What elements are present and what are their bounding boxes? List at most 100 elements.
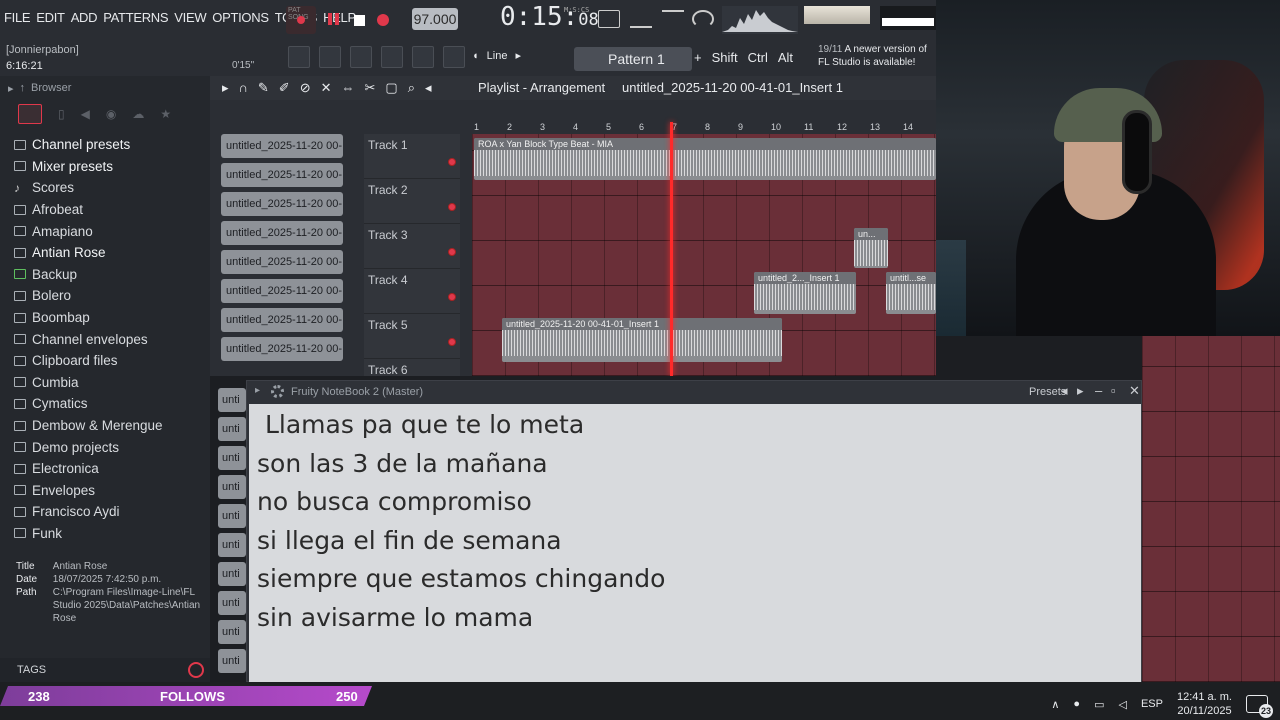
delete-icon[interactable]: ⊘	[300, 80, 311, 96]
microphone-icon[interactable]: ●	[1073, 698, 1080, 710]
menu-edit[interactable]: EDIT	[36, 10, 65, 25]
picker-clip[interactable]: unti	[218, 417, 246, 441]
menu-add[interactable]: ADD	[71, 10, 98, 25]
stop-button[interactable]	[354, 14, 365, 26]
picker-clip[interactable]: unti	[218, 591, 246, 615]
paint-icon[interactable]: ✐	[279, 80, 290, 96]
picker-clip[interactable]: unti	[218, 649, 246, 673]
audio-clip[interactable]: untitled_2..._Insert 1	[754, 272, 856, 314]
tags-bar[interactable]: TAGS	[0, 658, 210, 682]
notebook-titlebar[interactable]: ▸ Fruity NoteBook 2 (Master) Presets ◂ ▸…	[247, 381, 1141, 403]
browser-item[interactable]: Demo projects	[14, 436, 204, 458]
picker-clip[interactable]: unti	[218, 562, 246, 586]
taskbar-clock[interactable]: 12:41 a. m. 20/11/2025	[1177, 690, 1232, 718]
next-preset-icon[interactable]: ▸	[1077, 383, 1084, 399]
browser-item[interactable]: Funk	[14, 523, 204, 545]
track-header[interactable]: Track 6	[364, 359, 460, 376]
piano-roll-icon[interactable]	[350, 46, 372, 68]
track-mute-led[interactable]	[448, 158, 456, 166]
picker-clip[interactable]: untitled_2025-11-20 00-...	[218, 221, 346, 250]
menu-options[interactable]: OPTIONS	[212, 10, 269, 25]
close-icon[interactable]: ✕	[1129, 383, 1140, 399]
browser-item[interactable]: Backup	[14, 264, 204, 286]
shift-key[interactable]: Shift	[712, 50, 738, 65]
browser-item[interactable]: Cumbia	[14, 372, 204, 394]
headphones-icon[interactable]: ∩	[239, 80, 248, 96]
record-button[interactable]	[377, 14, 389, 26]
browser-filter-icon[interactable]	[18, 104, 42, 124]
picker-clip[interactable]: unti	[218, 388, 246, 412]
notebook-line[interactable]: son las 3 de la mañana	[257, 445, 1133, 484]
slip-icon[interactable]: ⇔	[342, 80, 355, 96]
network-icon[interactable]: ▭	[1094, 698, 1104, 711]
picker-clip[interactable]: unti	[218, 475, 246, 499]
plus-button[interactable]: +	[694, 50, 702, 65]
maximize-icon[interactable]: ▫	[1111, 383, 1116, 398]
metronome-icon[interactable]	[630, 10, 652, 28]
playhead[interactable]	[670, 122, 673, 376]
picker-clip[interactable]: untitled_2025-11-20 00-...	[218, 192, 346, 221]
channel-rack-icon[interactable]	[319, 46, 341, 68]
track-header[interactable]: Track 5	[364, 314, 460, 359]
notifications-icon[interactable]: 23	[1246, 695, 1273, 718]
picker-clip[interactable]: untitled_2025-11-20 00-...	[218, 308, 346, 337]
menu-patterns[interactable]: PATTERNS	[103, 10, 168, 25]
playlist-window-icon[interactable]	[288, 46, 310, 68]
search-icon[interactable]	[188, 662, 204, 678]
pause-button[interactable]	[328, 13, 342, 27]
countdown-icon[interactable]	[692, 10, 714, 28]
browser-item[interactable]: Francisco Aydi	[14, 501, 204, 523]
menu-view[interactable]: VIEW	[174, 10, 206, 25]
snap-selector[interactable]: ◖ Line ▸	[472, 49, 521, 63]
track-mute-led[interactable]	[448, 203, 456, 211]
picker-clip[interactable]: untitled_2025-11-20 00-...	[218, 250, 346, 279]
track-header[interactable]: Track 3	[364, 224, 460, 269]
plugin-icon[interactable]: ◉	[106, 107, 116, 121]
picker-clip[interactable]: untitled_2025-11-20 00-...	[218, 134, 346, 163]
audio-clip[interactable]: untitled_2025-11-20 00-41-01_Insert 1	[502, 318, 782, 362]
typing-keyboard-icon[interactable]	[598, 10, 620, 28]
minimize-icon[interactable]: –	[1095, 383, 1102, 398]
track-mute-led[interactable]	[448, 248, 456, 256]
browser-item[interactable]: Amapiano	[14, 220, 204, 242]
news-panel[interactable]: 19/11 A newer version of FL Studio is av…	[818, 43, 936, 69]
file-icon[interactable]: ▯	[58, 107, 65, 121]
notebook-line[interactable]: sin avisarme lo mama	[257, 599, 1133, 638]
timeline-ruler[interactable]: 1 2 3 4 5 6 7 8 9 10 11 12 13 14	[472, 122, 936, 134]
picker-clip[interactable]: untitled_2025-11-20 00-...	[218, 337, 346, 366]
zoom-icon[interactable]: ⌕	[408, 80, 415, 96]
browser-item[interactable]: Cymatics	[14, 393, 204, 415]
menu-file[interactable]: FILE	[4, 10, 31, 25]
audio-clip[interactable]: untitl...se	[886, 272, 936, 314]
gear-icon[interactable]	[271, 385, 284, 398]
audio-clip[interactable]: un...	[854, 228, 888, 268]
mute-icon[interactable]: ✕	[321, 80, 332, 96]
track-header[interactable]: Track 2	[364, 179, 460, 224]
browser-item[interactable]: Envelopes	[14, 480, 204, 502]
speaker-icon[interactable]: ◀	[81, 107, 90, 121]
pattern-selector[interactable]: Pattern 1	[574, 47, 692, 71]
slice-icon[interactable]: ✂	[365, 80, 376, 96]
cloud-icon[interactable]: ☁	[132, 107, 144, 121]
browser-item[interactable]: ♪ Scores	[14, 177, 204, 199]
browser-item[interactable]: Bolero	[14, 285, 204, 307]
language-indicator[interactable]: ESP	[1141, 698, 1163, 710]
track-mute-led[interactable]	[448, 293, 456, 301]
track-header[interactable]: Track 4	[364, 269, 460, 314]
picker-clip[interactable]: unti	[218, 620, 246, 644]
up-arrow-icon[interactable]: ↑	[20, 82, 26, 94]
playback-icon[interactable]: ◂	[425, 80, 432, 96]
volume-icon[interactable]: ◁	[1118, 698, 1126, 711]
wait-for-input-icon[interactable]	[662, 10, 684, 28]
browser-item[interactable]: Clipboard files	[14, 350, 204, 372]
picker-clip[interactable]: unti	[218, 533, 246, 557]
browser-item[interactable]: Channel presets	[14, 134, 204, 156]
chevron-right-icon[interactable]: ▸	[255, 385, 260, 396]
notebook-text-area[interactable]: Llamas pa que te lo meta son las 3 de la …	[249, 404, 1141, 682]
pencil-icon[interactable]: ✎	[258, 80, 269, 96]
tempo-display[interactable]: 97.000	[412, 8, 458, 30]
picker-clip[interactable]: unti	[218, 446, 246, 470]
notebook-line[interactable]: no busca compromiso	[257, 483, 1133, 522]
arrow-right-icon[interactable]	[443, 46, 465, 68]
ctrl-key[interactable]: Ctrl	[748, 50, 768, 65]
